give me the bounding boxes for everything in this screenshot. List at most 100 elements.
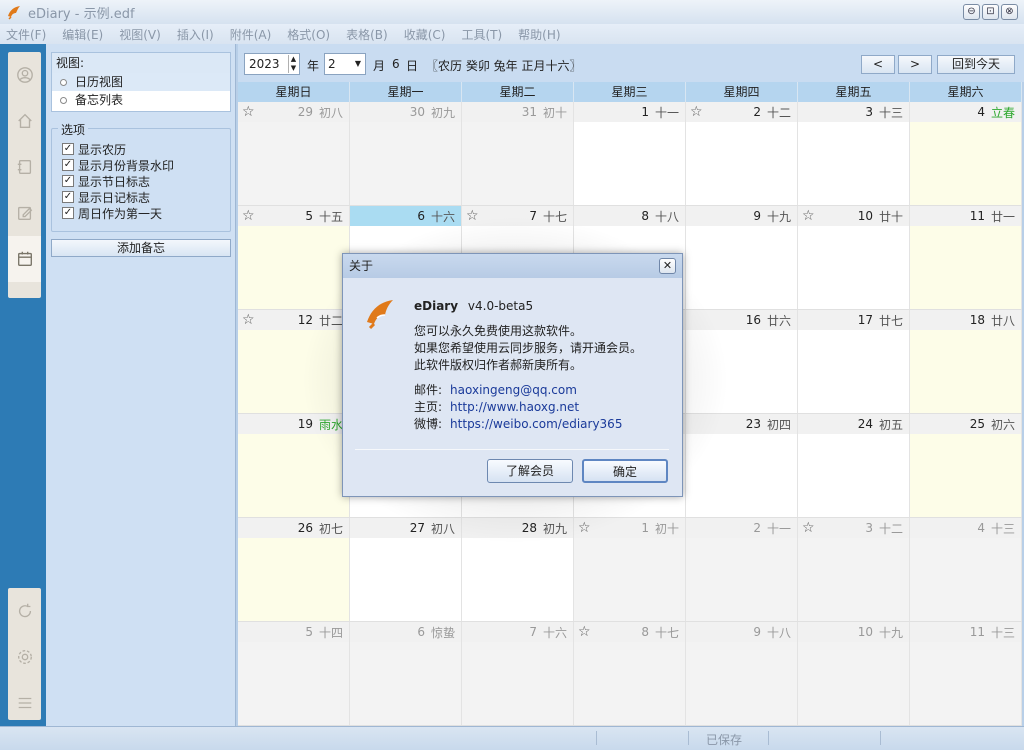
next-month-button[interactable]: > — [898, 55, 932, 74]
day-header: 6 惊蛰 — [350, 622, 461, 642]
chevron-down-icon[interactable]: ▼ — [351, 54, 365, 74]
calendar-day[interactable]: 5 十四 — [238, 622, 350, 725]
dialog-content: eDiary v4.0-beta5 您可以永久免费使用这款软件。 如果您希望使用… — [414, 298, 642, 433]
minimize-button[interactable]: ⊖ — [963, 4, 980, 20]
menu-edit[interactable]: 编辑(E) — [62, 26, 103, 43]
star-icon[interactable]: ☆ — [802, 208, 815, 224]
option-sunday-first[interactable]: ✓ 周日作为第一天 — [52, 205, 174, 221]
back-to-today-button[interactable]: 回到今天 — [937, 55, 1015, 74]
home-icon[interactable] — [8, 98, 41, 144]
day-header: 3 十三 — [798, 102, 909, 122]
day-number: 17 — [857, 313, 873, 327]
radio-icon — [60, 96, 67, 104]
lunar-date: 十七 — [654, 625, 679, 640]
learn-membership-button[interactable]: 了解会员 — [487, 459, 573, 483]
option-label: 显示月份背景水印 — [78, 158, 175, 173]
calendar-day[interactable]: 3 十三 — [798, 102, 910, 205]
menu-insert[interactable]: 插入(I) — [177, 26, 214, 43]
calendar-day[interactable]: ☆ 10 廿十 — [798, 206, 910, 309]
add-memo-button[interactable]: 添加备忘 — [51, 239, 231, 257]
calendar-day[interactable]: 4 立春 — [910, 102, 1022, 205]
dialog-close-button[interactable]: ✕ — [659, 258, 676, 274]
close-button[interactable]: ⊗ — [1001, 4, 1018, 20]
calendar-day[interactable]: ☆ 8 十七 — [574, 622, 686, 725]
prev-month-button[interactable]: < — [861, 55, 895, 74]
calendar-day[interactable]: 4 十三 — [910, 518, 1022, 621]
view-item-calendar[interactable]: 日历视图 — [52, 73, 230, 91]
calendar-day[interactable]: 18 廿八 — [910, 310, 1022, 413]
lunar-date: 惊蛰 — [430, 625, 455, 640]
view-item-memo-list[interactable]: 备忘列表 — [52, 91, 230, 109]
year-spinner[interactable]: 2023 ▲ ▼ — [244, 53, 300, 75]
checkbox-icon[interactable]: ✓ — [62, 191, 74, 203]
app-version: v4.0-beta5 — [467, 299, 534, 313]
weibo-link[interactable]: https://weibo.com/ediary365 — [450, 417, 622, 431]
calendar-day[interactable]: 25 初六 — [910, 414, 1022, 517]
option-festival-mark[interactable]: ✓ 显示节日标志 — [52, 173, 174, 189]
checkbox-icon[interactable]: ✓ — [62, 207, 74, 219]
option-month-watermark[interactable]: ✓ 显示月份背景水印 — [52, 157, 174, 173]
star-icon[interactable]: ☆ — [578, 624, 591, 640]
calendar-day[interactable]: ☆ 29 初八 — [238, 102, 350, 205]
day-number: 25 — [969, 417, 985, 431]
status-separator — [596, 731, 597, 745]
calendar-day[interactable]: 17 廿七 — [798, 310, 910, 413]
notebook-icon[interactable] — [8, 144, 41, 190]
menu-format[interactable]: 格式(O) — [287, 26, 330, 43]
settings-icon[interactable] — [8, 634, 41, 680]
calendar-day[interactable]: 9 十八 — [686, 622, 798, 725]
calendar-day[interactable]: 31 初十 — [462, 102, 574, 205]
calendar-day[interactable]: 11 廿一 — [910, 206, 1022, 309]
option-show-lunar[interactable]: ✓ 显示农历 — [52, 141, 174, 157]
checkbox-icon[interactable]: ✓ — [62, 175, 74, 187]
calendar-day[interactable]: ☆ 2 十二 — [686, 102, 798, 205]
status-separator — [688, 731, 689, 745]
calendar-day[interactable]: ☆ 3 十二 — [798, 518, 910, 621]
checkbox-icon[interactable]: ✓ — [62, 159, 74, 171]
calendar-day[interactable]: 7 十六 — [462, 622, 574, 725]
spin-arrows-icon[interactable]: ▲ ▼ — [288, 55, 298, 73]
calendar-day[interactable]: 6 惊蛰 — [350, 622, 462, 725]
user-icon[interactable] — [8, 52, 41, 98]
edit-icon[interactable] — [8, 190, 41, 236]
lunar-date: 十八 — [766, 625, 791, 640]
calendar-day[interactable]: 24 初五 — [798, 414, 910, 517]
menu-favorites[interactable]: 收藏(C) — [404, 26, 446, 43]
star-icon[interactable]: ☆ — [242, 208, 255, 224]
maximize-button[interactable]: ⊡ — [982, 4, 999, 20]
star-icon[interactable]: ☆ — [242, 312, 255, 328]
menu-help[interactable]: 帮助(H) — [518, 26, 560, 43]
menu-tools[interactable]: 工具(T) — [461, 26, 502, 43]
lunar-date: 十三 — [990, 625, 1015, 640]
weekday-label: 星期一 — [350, 82, 462, 102]
menu-file[interactable]: 文件(F) — [6, 26, 46, 43]
day-header: 30 初九 — [350, 102, 461, 122]
menu-attachment[interactable]: 附件(A) — [230, 26, 272, 43]
star-icon[interactable]: ☆ — [802, 520, 815, 536]
email-label: 邮件: — [414, 383, 443, 397]
option-diary-mark[interactable]: ✓ 显示日记标志 — [52, 189, 174, 205]
day-number: 4 — [977, 105, 985, 119]
star-icon[interactable]: ☆ — [242, 104, 255, 120]
homepage-link[interactable]: http://www.haoxg.net — [450, 400, 579, 414]
calendar-day[interactable]: 11 十三 — [910, 622, 1022, 725]
ok-button[interactable]: 确定 — [582, 459, 668, 483]
options-title: 选项 — [58, 121, 89, 138]
menu-table[interactable]: 表格(B) — [346, 26, 388, 43]
star-icon[interactable]: ☆ — [690, 104, 703, 120]
checkbox-icon[interactable]: ✓ — [62, 143, 74, 155]
sync-icon[interactable] — [8, 588, 41, 634]
weekday-label: 星期四 — [686, 82, 798, 102]
calendar-icon[interactable] — [8, 236, 41, 282]
calendar-day[interactable]: 30 初九 — [350, 102, 462, 205]
calendar-day[interactable]: 10 十九 — [798, 622, 910, 725]
day-number: 8 — [641, 625, 649, 639]
calendar-day[interactable]: 1 十一 — [574, 102, 686, 205]
menu-view[interactable]: 视图(V) — [119, 26, 161, 43]
day-header: 9 十八 — [686, 622, 797, 642]
day-header: 11 廿一 — [910, 206, 1021, 226]
weekday-label: 星期六 — [910, 82, 1022, 102]
month-select[interactable]: 2 ▼ — [324, 53, 366, 75]
menu-icon[interactable] — [8, 680, 41, 726]
email-link[interactable]: haoxingeng@qq.com — [450, 383, 577, 397]
